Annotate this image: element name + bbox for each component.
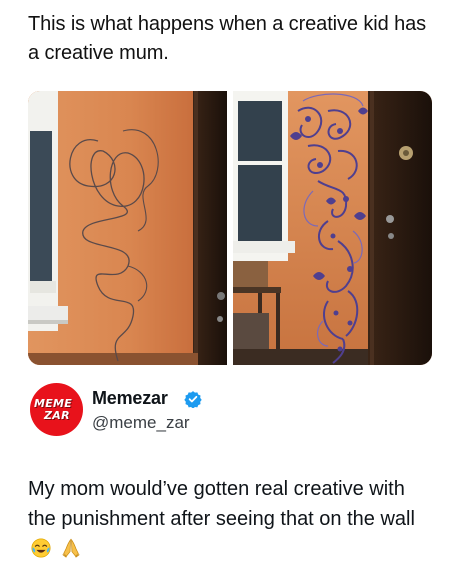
- author-avatar[interactable]: MEME ZAR: [30, 383, 83, 436]
- meme-photo[interactable]: [28, 91, 432, 365]
- author-handle[interactable]: @meme_zar: [92, 413, 190, 433]
- meme-caption: This is what happens when a creative kid…: [28, 13, 427, 64]
- avatar-logo-bottom: ZAR: [44, 409, 70, 422]
- tweet-body: My mom would’ve gotten real creative wit…: [28, 478, 415, 530]
- folded-hands-emoji-icon: [60, 537, 82, 568]
- tweet-author[interactable]: MEME ZAR Memezar @meme_zar: [30, 383, 430, 443]
- crying-laughing-emoji-icon: [30, 537, 52, 568]
- author-name[interactable]: Memezar: [92, 388, 168, 409]
- photo-collage: [28, 91, 432, 365]
- tweet-text: My mom would’ve gotten real creative wit…: [28, 474, 438, 568]
- verified-badge-icon: [184, 390, 202, 409]
- photo-right-panel: [233, 91, 432, 365]
- photo-left-panel: [28, 91, 227, 365]
